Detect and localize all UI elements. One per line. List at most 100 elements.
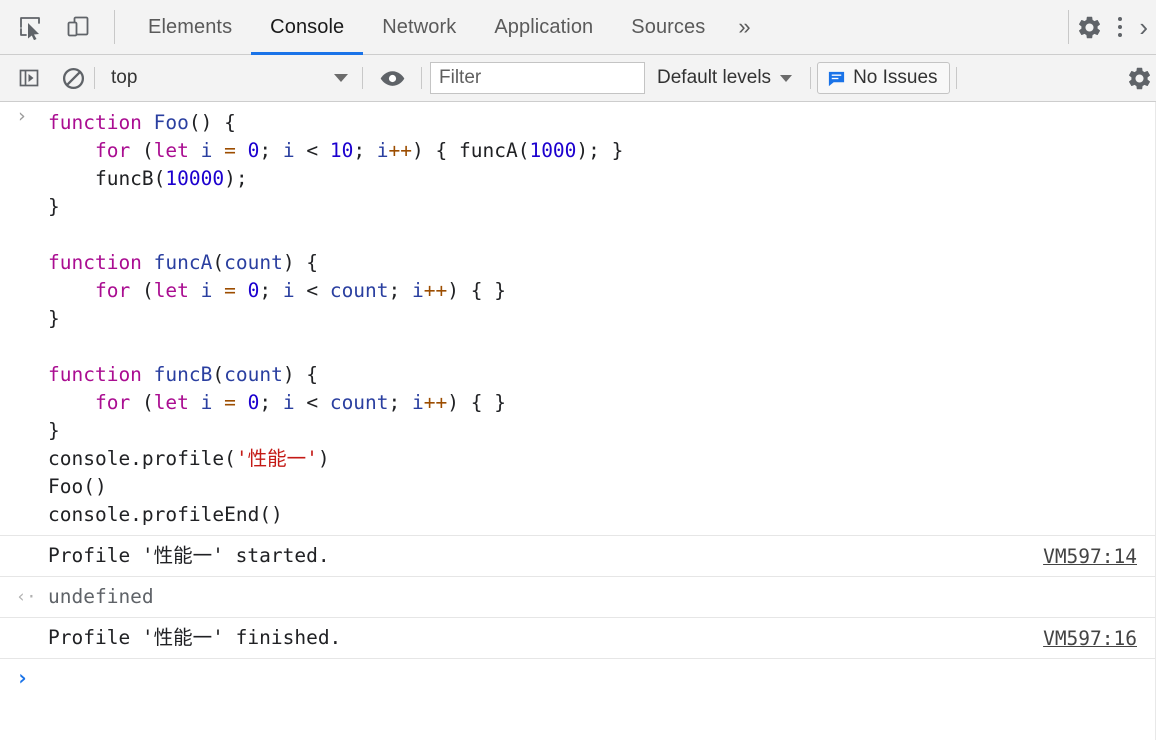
tabbar-left-tools bbox=[0, 0, 119, 54]
clear-console-icon[interactable] bbox=[58, 63, 88, 93]
execution-context-selector[interactable]: top bbox=[101, 63, 356, 93]
console-message-list[interactable]: › function Foo() { for (let i = 0; i < 1… bbox=[0, 102, 1156, 740]
code-token: ++ bbox=[388, 139, 413, 162]
tab-console[interactable]: Console bbox=[251, 0, 364, 55]
console-sidebar-toggle-icon[interactable] bbox=[14, 63, 44, 93]
code-line: funcB(10000); bbox=[48, 165, 1141, 193]
tabbar-divider bbox=[114, 10, 115, 44]
code-token: funcB( bbox=[48, 167, 166, 190]
code-token: < bbox=[306, 391, 330, 414]
code-token: = bbox=[224, 391, 248, 414]
code-token: i bbox=[282, 279, 307, 302]
panel-tabs: Elements Console Network Application Sou… bbox=[129, 0, 765, 55]
code-token: } bbox=[48, 307, 60, 330]
code-token: count bbox=[329, 391, 389, 414]
log-levels-selector[interactable]: Default levels bbox=[645, 67, 804, 89]
code-token: ++ bbox=[423, 279, 448, 302]
code-token: ; bbox=[259, 139, 283, 162]
code-token: funcA bbox=[459, 139, 518, 162]
console-result-row: Profile '性能一' started. VM597:14 bbox=[0, 535, 1155, 577]
code-line: } bbox=[48, 417, 1141, 445]
tab-network[interactable]: Network bbox=[363, 0, 475, 54]
code-token: ; bbox=[388, 279, 413, 302]
code-token: = bbox=[224, 139, 248, 162]
console-settings-group bbox=[1124, 63, 1156, 93]
code-line: function funcA(count) { bbox=[48, 249, 1141, 277]
code-token: < bbox=[306, 279, 330, 302]
issues-message-icon bbox=[827, 69, 846, 88]
code-token: } bbox=[48, 419, 60, 442]
code-token: i bbox=[412, 279, 424, 302]
code-token: console.profile( bbox=[48, 447, 236, 470]
code-token: 0 bbox=[247, 139, 260, 162]
code-token: ) { bbox=[412, 139, 459, 162]
console-results: Profile '性能一' started. VM597:14 ‹· undefine… bbox=[0, 535, 1155, 659]
console-prompt-row[interactable]: › bbox=[0, 659, 1155, 697]
tab-application[interactable]: Application bbox=[475, 0, 612, 54]
code-token: ; bbox=[259, 279, 283, 302]
source-location-link[interactable]: VM597:16 bbox=[1043, 627, 1137, 650]
code-token: < bbox=[306, 139, 330, 162]
code-token: ); bbox=[224, 167, 248, 190]
more-vertical-icon[interactable] bbox=[1105, 12, 1135, 42]
code-token: console.profileEnd() bbox=[48, 503, 283, 526]
code-line: console.profile('性能一') bbox=[48, 445, 1141, 473]
gear-icon[interactable] bbox=[1124, 63, 1154, 93]
tab-sources[interactable]: Sources bbox=[612, 0, 724, 54]
console-toolbar-divider-4 bbox=[810, 67, 812, 89]
code-token: ( bbox=[141, 279, 154, 302]
tab-elements[interactable]: Elements bbox=[129, 0, 251, 54]
gear-icon[interactable] bbox=[1073, 11, 1105, 43]
console-prompt-input[interactable] bbox=[48, 664, 1155, 692]
code-token: () { bbox=[188, 111, 236, 134]
execution-context-value: top bbox=[111, 67, 138, 88]
code-token: let bbox=[153, 391, 201, 414]
code-token: ( bbox=[141, 139, 154, 162]
code-token: function bbox=[48, 251, 154, 274]
more-tabs-icon[interactable]: » bbox=[724, 0, 764, 54]
code-line: } bbox=[48, 193, 1141, 221]
code-token: function bbox=[48, 363, 154, 386]
console-result-row: Profile '性能一' finished. VM597:16 bbox=[0, 618, 1155, 659]
device-toolbar-icon[interactable] bbox=[62, 11, 94, 43]
code-token: Foo bbox=[153, 111, 189, 134]
code-token: ) { bbox=[282, 251, 319, 274]
console-toolbar-divider-5 bbox=[955, 67, 957, 89]
code-token: 10 bbox=[329, 139, 354, 162]
code-token: ) { bbox=[282, 363, 319, 386]
code-token: i bbox=[376, 139, 389, 162]
issues-status-badge[interactable]: No Issues bbox=[817, 62, 950, 94]
console-filter-input[interactable] bbox=[430, 62, 645, 94]
console-toolbar: top Default levels No bbox=[0, 55, 1156, 102]
code-line: for (let i = 0; i < 10; i++) { funcA(100… bbox=[48, 137, 1141, 165]
code-token: count bbox=[329, 279, 389, 302]
console-result-row: ‹· undefined bbox=[0, 577, 1155, 618]
code-token: funcB bbox=[153, 363, 213, 386]
live-expression-eye-icon[interactable] bbox=[377, 63, 407, 93]
code-token: ( bbox=[212, 363, 225, 386]
code-token: count bbox=[224, 251, 283, 274]
inspect-element-icon[interactable] bbox=[14, 11, 46, 43]
code-token: i bbox=[200, 279, 225, 302]
console-toolbar-divider-1 bbox=[94, 67, 95, 89]
code-token: for bbox=[94, 279, 142, 302]
code-token: ( bbox=[517, 139, 530, 162]
tabbar-right-divider bbox=[1068, 10, 1070, 44]
code-token: funcA bbox=[153, 251, 213, 274]
source-location-link[interactable]: VM597:14 bbox=[1043, 545, 1137, 568]
code-token: ; bbox=[353, 139, 377, 162]
prompt-marker-icon: › bbox=[16, 666, 29, 690]
chevron-right-icon[interactable]: › bbox=[1135, 14, 1154, 40]
code-token: let bbox=[153, 279, 201, 302]
code-line: } bbox=[48, 305, 1141, 333]
console-toolbar-divider-3 bbox=[421, 67, 422, 89]
code-token: i bbox=[200, 139, 225, 162]
code-token: = bbox=[224, 279, 248, 302]
code-token: i bbox=[412, 391, 424, 414]
code-token: count bbox=[224, 363, 283, 386]
input-marker-icon: › bbox=[16, 105, 28, 127]
console-result-text: Profile '性能一' started. bbox=[48, 544, 330, 567]
code-line: for (let i = 0; i < count; i++) { } bbox=[48, 277, 1141, 305]
